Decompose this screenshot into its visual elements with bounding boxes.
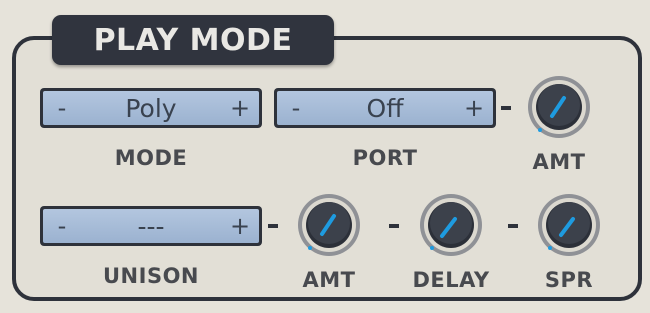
unison-increment-button[interactable]: + xyxy=(225,209,255,243)
mode-increment-button[interactable]: + xyxy=(225,91,255,125)
unison-value[interactable]: --- xyxy=(77,209,225,243)
connector-line xyxy=(389,224,399,228)
delay-label: DELAY xyxy=(412,268,490,292)
knob-graphic xyxy=(528,76,590,138)
panel-title-tab: PLAY MODE xyxy=(52,15,334,65)
connector-line xyxy=(268,224,278,228)
port-display: - Off + xyxy=(277,91,493,125)
unison-display: - --- + xyxy=(43,209,259,243)
mode-decrement-button[interactable]: - xyxy=(47,91,77,125)
unison-label: UNISON xyxy=(103,264,199,288)
mode-value[interactable]: Poly xyxy=(77,91,225,125)
knob-graphic xyxy=(420,194,482,256)
port-amount-label: AMT xyxy=(532,150,586,174)
spread-knob[interactable] xyxy=(536,192,602,258)
port-decrement-button[interactable]: - xyxy=(281,91,311,125)
mode-selector: - Poly + xyxy=(40,88,262,128)
port-label: PORT xyxy=(352,146,418,170)
delay-knob[interactable] xyxy=(418,192,484,258)
port-increment-button[interactable]: + xyxy=(459,91,489,125)
knob-graphic xyxy=(538,194,600,256)
unison-amount-label: AMT xyxy=(302,268,356,292)
mode-display: - Poly + xyxy=(43,91,259,125)
knob-graphic xyxy=(298,194,360,256)
panel-title: PLAY MODE xyxy=(93,22,293,58)
spread-label: SPR xyxy=(544,268,594,292)
mode-label: MODE xyxy=(114,146,188,170)
connector-line xyxy=(501,106,511,110)
connector-line xyxy=(508,224,518,228)
port-amount-knob[interactable] xyxy=(526,74,592,140)
unison-selector: - --- + xyxy=(40,206,262,246)
port-selector: - Off + xyxy=(274,88,496,128)
unison-decrement-button[interactable]: - xyxy=(47,209,77,243)
unison-amount-knob[interactable] xyxy=(296,192,362,258)
port-value[interactable]: Off xyxy=(311,91,459,125)
